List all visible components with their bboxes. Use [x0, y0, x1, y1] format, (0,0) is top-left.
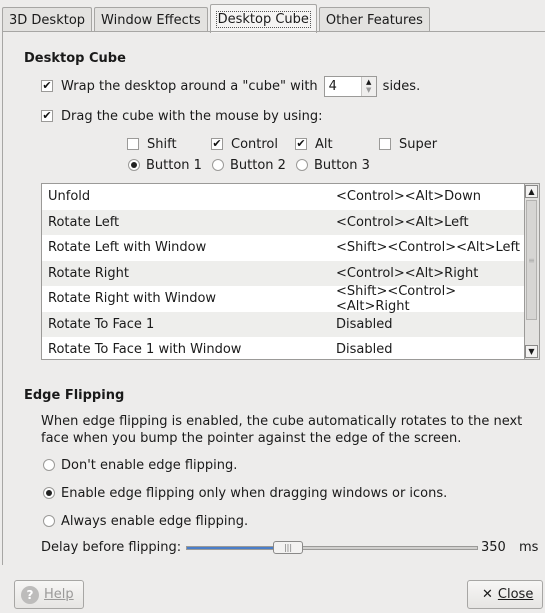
- close-button[interactable]: ✕ Close: [467, 580, 543, 609]
- edge-option-dragging[interactable]: Enable edge flipping only when dragging …: [43, 484, 447, 502]
- button-3-label: Button 3: [314, 157, 370, 173]
- tab-label: Window Effects: [101, 12, 201, 28]
- button-3-radio[interactable]: [296, 159, 308, 171]
- drag-cube-row: ✔ Drag the cube with the mouse by using:: [41, 106, 322, 126]
- scroll-up-icon[interactable]: ▲: [525, 185, 538, 198]
- scroll-down-icon[interactable]: ▼: [525, 345, 538, 358]
- edge-option-always[interactable]: Always enable edge flipping.: [43, 512, 248, 530]
- table-row[interactable]: Rotate Right <Control><Alt>Right: [42, 260, 524, 286]
- edge-flipping-description: When edge flipping is enabled, the cube …: [41, 414, 523, 446]
- section-heading-edge-flipping: Edge Flipping: [24, 388, 125, 403]
- delay-label: Delay before flipping:: [41, 539, 182, 555]
- section-heading-desktop-cube: Desktop Cube: [24, 51, 126, 66]
- wrap-cube-checkbox[interactable]: ✔: [41, 80, 53, 92]
- shortcut-keys: <Control><Alt>Down: [336, 189, 481, 205]
- shortcut-action: Rotate Right: [48, 265, 129, 281]
- spin-arrows[interactable]: ▲ ▼: [360, 76, 376, 96]
- table-row[interactable]: Rotate Left <Control><Alt>Left: [42, 209, 524, 235]
- help-button[interactable]: ? Help: [14, 580, 84, 609]
- drag-cube-checkbox[interactable]: ✔: [41, 110, 53, 122]
- radio-button-1[interactable]: Button 1: [128, 156, 202, 174]
- shortcut-action: Rotate To Face 1 with Window: [48, 342, 242, 358]
- close-icon: ✕: [482, 587, 493, 602]
- control-label: Control: [231, 136, 278, 152]
- sides-value: 4: [328, 78, 337, 94]
- button-2-label: Button 2: [230, 157, 286, 173]
- table-scrollbar[interactable]: ▲ ≡ ▼: [525, 183, 540, 360]
- alt-label: Alt: [315, 136, 333, 152]
- sides-suffix-label: sides.: [382, 78, 421, 94]
- tab-label: 3D Desktop: [9, 12, 86, 28]
- radio-button-3[interactable]: Button 3: [296, 156, 370, 174]
- table-row[interactable]: Rotate Right with Window <Shift><Control>…: [42, 283, 524, 314]
- delay-slider-handle[interactable]: |||: [273, 541, 303, 554]
- edge-dragging-radio[interactable]: [43, 487, 55, 499]
- wrap-cube-label: Wrap the desktop around a "cube" with: [61, 78, 318, 94]
- tab-other-features[interactable]: Other Features: [318, 7, 430, 32]
- table-row[interactable]: Rotate To Face 1 with Window Disabled: [42, 337, 524, 359]
- drag-cube-label: Drag the cube with the mouse by using:: [61, 108, 323, 124]
- help-icon: ?: [21, 585, 39, 604]
- shortcut-action: Rotate To Face 1: [48, 316, 155, 332]
- tab-desktop-cube[interactable]: Desktop Cube: [209, 4, 317, 33]
- checkmark-icon: ✔: [42, 109, 52, 122]
- edge-disable-label: Don't enable edge flipping.: [61, 457, 238, 473]
- edge-always-radio[interactable]: [43, 515, 55, 527]
- shortcut-keys: <Control><Alt>Left: [336, 214, 469, 230]
- radio-button-2[interactable]: Button 2: [212, 156, 286, 174]
- tab-window-effects[interactable]: Window Effects: [94, 7, 208, 32]
- shortcut-keys: <Control><Alt>Right: [336, 265, 479, 281]
- checkmark-icon: ✔: [212, 137, 222, 150]
- spin-down-icon[interactable]: ▼: [366, 86, 371, 94]
- button-1-radio[interactable]: [128, 159, 140, 171]
- scroll-thumb[interactable]: ≡: [526, 200, 537, 320]
- table-row[interactable]: Unfold <Control><Alt>Down: [42, 184, 524, 210]
- shift-label: Shift: [147, 136, 177, 152]
- shortcut-keys: Disabled: [336, 316, 393, 332]
- modifier-super[interactable]: Super: [379, 135, 437, 153]
- delay-unit: ms: [519, 539, 539, 555]
- control-checkbox[interactable]: ✔: [211, 138, 223, 150]
- edge-disable-radio[interactable]: [43, 459, 55, 471]
- tab-3d-desktop[interactable]: 3D Desktop: [2, 7, 93, 32]
- button-1-label: Button 1: [146, 157, 202, 173]
- super-checkbox[interactable]: [379, 138, 391, 150]
- delay-value: 350: [481, 539, 506, 555]
- edge-always-label: Always enable edge flipping.: [61, 513, 249, 529]
- modifier-control[interactable]: ✔ Control: [211, 135, 278, 153]
- sides-spinbutton[interactable]: 4 ▲ ▼: [323, 75, 377, 97]
- wrap-cube-row: ✔ Wrap the desktop around a "cube" with …: [41, 75, 420, 97]
- checkmark-icon: ✔: [42, 79, 52, 92]
- tab-bar: 3D Desktop Window Effects Desktop Cube O…: [2, 3, 432, 33]
- close-label: Close: [497, 587, 534, 602]
- shortcut-keys: <Shift><Control><Alt>Right: [336, 283, 457, 314]
- tab-label: Desktop Cube: [215, 10, 311, 28]
- help-label: Help: [44, 587, 74, 602]
- shortcut-keys: <Shift><Control><Alt>Left: [336, 240, 520, 256]
- alt-checkbox[interactable]: ✔: [295, 138, 307, 150]
- spin-up-icon[interactable]: ▲: [366, 78, 371, 86]
- shortcut-keys: Disabled: [336, 342, 393, 358]
- table-row[interactable]: Rotate To Face 1 Disabled: [42, 311, 524, 337]
- checkmark-icon: ✔: [296, 137, 306, 150]
- shortcut-action: Unfold: [48, 189, 91, 205]
- tab-label: Other Features: [325, 12, 423, 28]
- shift-checkbox[interactable]: [127, 138, 139, 150]
- edge-option-disable[interactable]: Don't enable edge flipping.: [43, 456, 237, 474]
- modifier-alt[interactable]: ✔ Alt: [295, 135, 333, 153]
- button-2-radio[interactable]: [212, 159, 224, 171]
- shortcut-action: Rotate Left: [48, 214, 120, 230]
- shortcuts-table[interactable]: Unfold <Control><Alt>Down Rotate Left <Con…: [41, 183, 525, 360]
- delay-slider[interactable]: [186, 546, 478, 550]
- modifier-shift[interactable]: Shift: [127, 135, 177, 153]
- shortcut-action: Rotate Left with Window: [48, 240, 207, 256]
- edge-dragging-label: Enable edge flipping only when dragging …: [61, 485, 448, 501]
- super-label: Super: [399, 136, 438, 152]
- table-row[interactable]: Rotate Left with Window <Shift><Control><…: [42, 235, 524, 261]
- shortcut-action: Rotate Right with Window: [48, 291, 217, 307]
